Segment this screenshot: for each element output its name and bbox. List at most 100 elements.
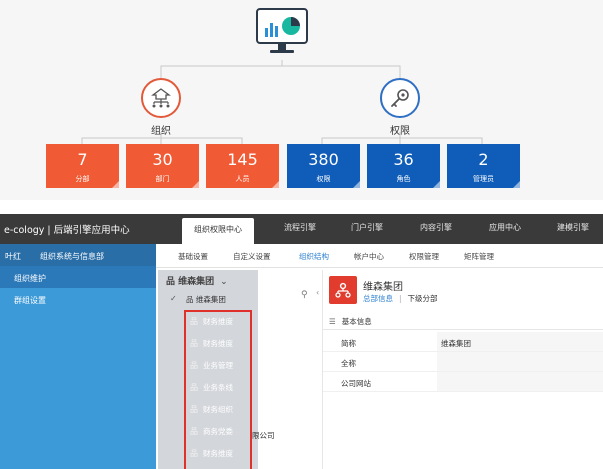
permission-node[interactable] xyxy=(380,78,420,118)
tab-portal-engine[interactable]: 门户引擎 xyxy=(351,222,383,233)
tree-overflow-text: 限公司 xyxy=(252,431,275,440)
org-node[interactable] xyxy=(141,78,181,118)
stat-staff[interactable]: 145 人员 xyxy=(206,144,279,188)
tree-node-label: 财务维度 xyxy=(203,449,233,458)
section-title: 基本信息 xyxy=(341,317,372,326)
tree-node-selected[interactable]: 品 维森集团 xyxy=(186,294,226,305)
field-label: 公司网站 xyxy=(341,379,371,388)
tree-node-label: 业务条线 xyxy=(203,383,233,392)
tab-content-engine[interactable]: 内容引擎 xyxy=(420,222,452,233)
stat-branches[interactable]: 7 分部 xyxy=(46,144,119,188)
basic-info-section[interactable]: ☰ 基本信息 xyxy=(323,310,603,330)
tab-app-center[interactable]: 应用中心 xyxy=(489,222,521,233)
subtab-custom-settings[interactable]: 自定义设置 xyxy=(233,251,271,262)
tree-node[interactable]: 品财务组织 xyxy=(190,404,233,415)
top-bar: e-cology | 后端引擎应用中心 组织权限中心 流程引擎 门户引擎 内容引… xyxy=(0,214,603,244)
page: 组织 权限 7 分部 30 部门 145 人员 380 权限 36 角色 2 管… xyxy=(0,0,603,469)
headquarters-info-link[interactable]: 总部信息 xyxy=(363,294,393,303)
stat-caption: 权限 xyxy=(316,175,331,183)
subtab-org-structure[interactable]: 组织结构 xyxy=(299,251,329,262)
field-value[interactable] xyxy=(437,372,603,391)
tree-node-label: 维森集团 xyxy=(195,295,226,304)
highlighted-tree-items: 品财务维度 品财务维度 品业务管理 品业务条线 品财务组织 品商务党委 品财务维… xyxy=(184,310,252,469)
org-tree-icon: 品 xyxy=(190,449,198,458)
brand-title: e-cology | 后端引擎应用中心 xyxy=(4,225,130,236)
tree-node-label: 财务组织 xyxy=(203,405,233,414)
chevron-down-icon[interactable]: ⌄ xyxy=(220,277,228,287)
detail-panel: 维森集团 总部信息 | 下级分部 ☰ 基本信息 简称 维森集团 全称 公司网站 xyxy=(322,270,603,469)
org-tree-icon: 品 xyxy=(186,295,196,304)
stat-value: 2 xyxy=(478,150,489,169)
app-window: e-cology | 后端引擎应用中心 组织权限中心 流程引擎 门户引擎 内容引… xyxy=(0,214,603,469)
org-tree-icon: 品 xyxy=(190,361,198,370)
org-logo xyxy=(329,276,357,304)
field-value[interactable]: 维森集团 xyxy=(437,332,603,351)
org-tree-icon: 品 xyxy=(190,383,198,392)
field-row-short-name: 简称 维森集团 xyxy=(323,332,603,352)
sub-navigation: 基础设置 自定义设置 组织结构 帐户中心 权限管理 矩阵管理 xyxy=(156,244,603,268)
stat-value: 36 xyxy=(393,150,414,169)
collapse-left-icon[interactable]: ‹ xyxy=(316,288,319,297)
tree-node-label: 业务管理 xyxy=(203,361,233,370)
tree-node[interactable]: 品财务维度 xyxy=(190,338,233,349)
stat-value: 30 xyxy=(152,150,173,169)
stat-permissions[interactable]: 380 权限 xyxy=(287,144,360,188)
search-icon[interactable]: ⚲ xyxy=(301,290,308,300)
org-label: 组织 xyxy=(151,126,171,137)
user-name[interactable]: 叶红 xyxy=(5,251,21,262)
org-tree-icon: 品 xyxy=(166,277,179,287)
tree-node[interactable]: 品业务条线 xyxy=(190,382,233,393)
subtab-basic-settings[interactable]: 基础设置 xyxy=(178,251,208,262)
sidebar-header: 叶红 组织系统与信息部 xyxy=(0,244,156,266)
org-tree-icon xyxy=(151,88,171,108)
stat-value: 380 xyxy=(308,150,339,169)
stat-caption: 分部 xyxy=(75,175,90,183)
tab-org-permission-center[interactable]: 组织权限中心 xyxy=(182,218,254,244)
tree-node[interactable]: 品财务维度 xyxy=(190,316,233,327)
detail-title: 维森集团 xyxy=(363,282,403,293)
stat-value: 7 xyxy=(77,150,88,169)
stat-caption: 人员 xyxy=(235,175,250,183)
org-tree-icon: 品 xyxy=(190,427,198,436)
monitor-chart-icon xyxy=(256,8,308,53)
field-label: 全称 xyxy=(341,359,356,368)
subtab-account-center[interactable]: 帐户中心 xyxy=(354,251,384,262)
stat-roles[interactable]: 36 角色 xyxy=(367,144,440,188)
subtab-matrix-management[interactable]: 矩阵管理 xyxy=(464,251,494,262)
org-permission-diagram: 组织 权限 7 分部 30 部门 145 人员 380 权限 36 角色 2 管… xyxy=(0,0,603,200)
field-label: 简称 xyxy=(341,339,356,348)
menu-icon: ☰ xyxy=(329,317,336,326)
tree-node[interactable]: 品财务维度 xyxy=(190,448,233,459)
stat-admins[interactable]: 2 管理员 xyxy=(447,144,520,188)
org-tree-icon: 品 xyxy=(190,339,198,348)
field-value[interactable] xyxy=(437,352,603,371)
tree-root[interactable]: 品 维森集团 ⌄ xyxy=(166,274,228,287)
tree-node-label: 财务维度 xyxy=(203,317,233,326)
key-icon xyxy=(391,89,409,107)
org-tree-icon: 品 xyxy=(190,405,198,414)
field-row-website: 公司网站 xyxy=(323,372,603,392)
field-row-full-name: 全称 xyxy=(323,352,603,372)
permission-label: 权限 xyxy=(390,126,410,137)
org-tree-icon xyxy=(335,282,351,298)
stat-caption: 部门 xyxy=(155,175,170,183)
stat-departments[interactable]: 30 部门 xyxy=(126,144,199,188)
left-sidebar: 叶红 组织系统与信息部 组织维护 群组设置 xyxy=(0,244,156,469)
stat-value: 145 xyxy=(227,150,258,169)
subtab-permission-management[interactable]: 权限管理 xyxy=(409,251,439,262)
detail-links: 总部信息 | 下级分部 xyxy=(363,293,438,304)
stat-caption: 管理员 xyxy=(473,175,494,183)
module-name[interactable]: 组织系统与信息部 xyxy=(40,251,104,262)
sidebar-item-group-settings[interactable]: 群组设置 xyxy=(0,288,156,310)
tree-root-label: 维森集团 xyxy=(178,277,215,287)
tree-node[interactable]: 品商务党委 xyxy=(190,426,233,437)
link-separator: | xyxy=(399,294,402,303)
stat-caption: 角色 xyxy=(396,175,411,183)
sub-branches-link[interactable]: 下级分部 xyxy=(408,294,438,303)
tree-node-label: 财务维度 xyxy=(203,339,233,348)
tab-workflow-engine[interactable]: 流程引擎 xyxy=(284,222,316,233)
tree-node[interactable]: 品业务管理 xyxy=(190,360,233,371)
tab-modeling-engine[interactable]: 建模引擎 xyxy=(557,222,589,233)
sidebar-item-org-maintenance[interactable]: 组织维护 xyxy=(0,266,156,288)
org-tree-panel: 品 维森集团 ⌄ ⚲ ✓ 品 维森集团 限公司 品财务维度 品财务维度 品业务管理… xyxy=(158,270,314,469)
